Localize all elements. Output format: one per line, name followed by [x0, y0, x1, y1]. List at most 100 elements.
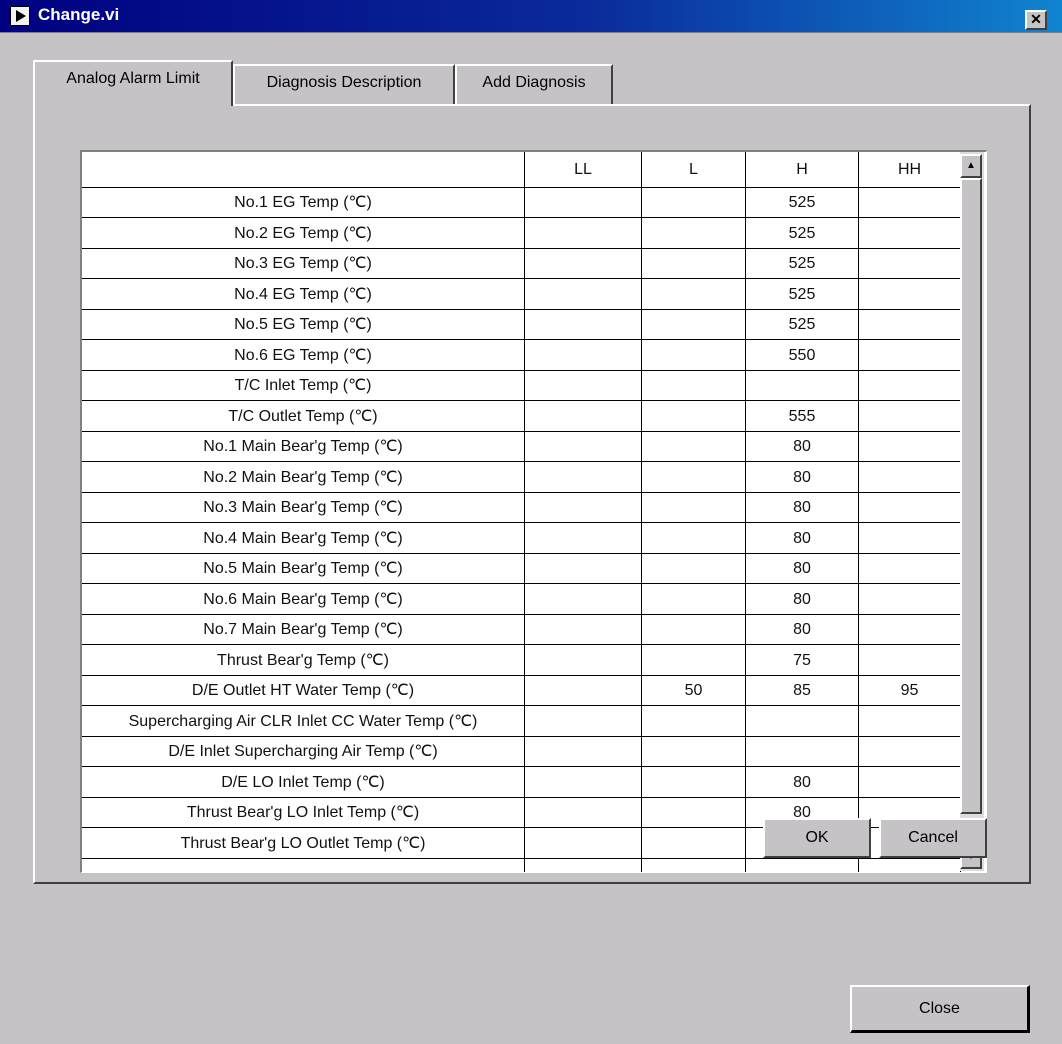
table-row[interactable]: No.3 Main Bear'g Temp (℃) 80	[82, 493, 960, 523]
h-cell[interactable]: 80	[746, 554, 858, 584]
table-row[interactable]: T/C Inlet Temp (℃)	[82, 371, 960, 401]
l-cell[interactable]	[642, 768, 745, 798]
alarm-limit-table[interactable]: LL L H HH No.1 EG Temp (℃) 525 No.2 EG Tem…	[80, 150, 987, 873]
hh-cell[interactable]	[859, 249, 960, 279]
l-cell[interactable]	[642, 341, 745, 371]
ll-cell[interactable]	[525, 585, 641, 615]
ll-cell[interactable]	[525, 249, 641, 279]
ll-cell[interactable]	[525, 554, 641, 584]
h-cell[interactable]	[746, 371, 858, 401]
table-row[interactable]: Thrust Bear'g Temp (℃) 75	[82, 646, 960, 676]
l-cell[interactable]	[642, 493, 745, 523]
hh-cell[interactable]	[859, 219, 960, 249]
l-cell[interactable]	[642, 280, 745, 310]
l-cell[interactable]	[642, 188, 745, 218]
tab-diagnosis-description[interactable]: Diagnosis Description	[233, 64, 455, 104]
l-cell[interactable]	[642, 432, 745, 462]
ll-cell[interactable]	[525, 615, 641, 645]
triangle-up-icon[interactable]: ▲	[960, 154, 982, 178]
h-cell[interactable]: 80	[746, 585, 858, 615]
hh-cell[interactable]	[859, 585, 960, 615]
ll-cell[interactable]	[525, 310, 641, 340]
table-row[interactable]: D/E LO Inlet Temp (℃) 80	[82, 768, 960, 798]
table-row[interactable]: No.7 Main Bear'g Temp (℃) 80	[82, 615, 960, 645]
h-cell[interactable]	[746, 737, 858, 767]
h-cell[interactable]: 525	[746, 188, 858, 218]
ll-cell[interactable]	[525, 676, 641, 706]
table-row[interactable]: No.4 EG Temp (℃) 525	[82, 280, 960, 310]
hh-cell[interactable]	[859, 707, 960, 737]
ll-cell[interactable]	[525, 341, 641, 371]
h-cell[interactable]: 85	[746, 676, 858, 706]
h-cell[interactable]: 555	[746, 402, 858, 432]
h-cell[interactable]: 525	[746, 280, 858, 310]
ll-cell[interactable]	[525, 219, 641, 249]
ll-cell[interactable]	[525, 829, 641, 859]
table-row[interactable]: No.2 Main Bear'g Temp (℃) 80	[82, 463, 960, 493]
h-cell[interactable]: 550	[746, 341, 858, 371]
ll-cell[interactable]	[525, 798, 641, 828]
h-cell[interactable]	[746, 707, 858, 737]
table-row[interactable]: Supercharging Air CLR Inlet CC Water Tem…	[82, 707, 960, 737]
hh-cell[interactable]	[859, 371, 960, 401]
table-row[interactable]: T/C Outlet Temp (℃) 555	[82, 402, 960, 432]
hh-cell[interactable]	[859, 737, 960, 767]
table-row[interactable]: No.6 Main Bear'g Temp (℃) 80	[82, 585, 960, 615]
l-cell[interactable]	[642, 249, 745, 279]
ll-cell[interactable]	[525, 280, 641, 310]
h-cell[interactable]: 525	[746, 310, 858, 340]
l-cell[interactable]	[642, 463, 745, 493]
l-cell[interactable]	[642, 737, 745, 767]
table-row[interactable]: No.3 EG Temp (℃) 525	[82, 249, 960, 279]
l-cell[interactable]	[642, 798, 745, 828]
scrollbar-thumb[interactable]	[960, 178, 982, 814]
hh-cell[interactable]	[859, 432, 960, 462]
h-cell[interactable]: 80	[746, 463, 858, 493]
ll-cell[interactable]	[525, 707, 641, 737]
table-row[interactable]: No.1 Main Bear'g Temp (℃) 80	[82, 432, 960, 462]
h-cell[interactable]: 525	[746, 249, 858, 279]
ll-cell[interactable]	[525, 402, 641, 432]
tab-analog-alarm-limit[interactable]: Analog Alarm Limit	[33, 60, 233, 106]
l-cell[interactable]	[642, 310, 745, 340]
l-cell[interactable]	[642, 371, 745, 401]
ll-cell[interactable]	[525, 432, 641, 462]
h-cell[interactable]: 80	[746, 524, 858, 554]
h-cell[interactable]: 75	[746, 646, 858, 676]
table-row[interactable]: D/E Outlet HT Water Temp (℃) 50 85 95	[82, 676, 960, 706]
table-row[interactable]: No.6 EG Temp (℃) 550	[82, 341, 960, 371]
hh-cell[interactable]	[859, 402, 960, 432]
ll-cell[interactable]	[525, 524, 641, 554]
hh-cell[interactable]	[859, 341, 960, 371]
hh-cell[interactable]	[859, 768, 960, 798]
l-cell[interactable]	[642, 707, 745, 737]
l-cell[interactable]	[642, 219, 745, 249]
hh-cell[interactable]	[859, 493, 960, 523]
ll-cell[interactable]	[525, 463, 641, 493]
hh-cell[interactable]	[859, 615, 960, 645]
ll-cell[interactable]	[525, 493, 641, 523]
l-cell[interactable]: 50	[642, 676, 745, 706]
tab-add-diagnosis[interactable]: Add Diagnosis	[455, 64, 613, 104]
h-cell[interactable]: 80	[746, 768, 858, 798]
close-window-icon[interactable]: ✕	[1025, 10, 1047, 30]
ll-cell[interactable]	[525, 371, 641, 401]
cancel-button[interactable]: Cancel	[879, 818, 987, 858]
ok-button[interactable]: OK	[763, 818, 871, 858]
l-cell[interactable]	[642, 554, 745, 584]
hh-cell[interactable]	[859, 554, 960, 584]
table-row[interactable]: No.4 Main Bear'g Temp (℃) 80	[82, 524, 960, 554]
l-cell[interactable]	[642, 585, 745, 615]
l-cell[interactable]	[642, 524, 745, 554]
l-cell[interactable]	[642, 829, 745, 859]
l-cell[interactable]	[642, 646, 745, 676]
table-row[interactable]: D/E Inlet Supercharging Air Temp (℃)	[82, 737, 960, 767]
ll-cell[interactable]	[525, 737, 641, 767]
l-cell[interactable]	[642, 615, 745, 645]
hh-cell[interactable]	[859, 463, 960, 493]
h-cell[interactable]: 80	[746, 615, 858, 645]
h-cell[interactable]: 80	[746, 432, 858, 462]
table-row[interactable]: No.1 EG Temp (℃) 525	[82, 188, 960, 218]
vertical-scrollbar[interactable]: ▲ ▼	[960, 152, 984, 871]
hh-cell[interactable]	[859, 524, 960, 554]
